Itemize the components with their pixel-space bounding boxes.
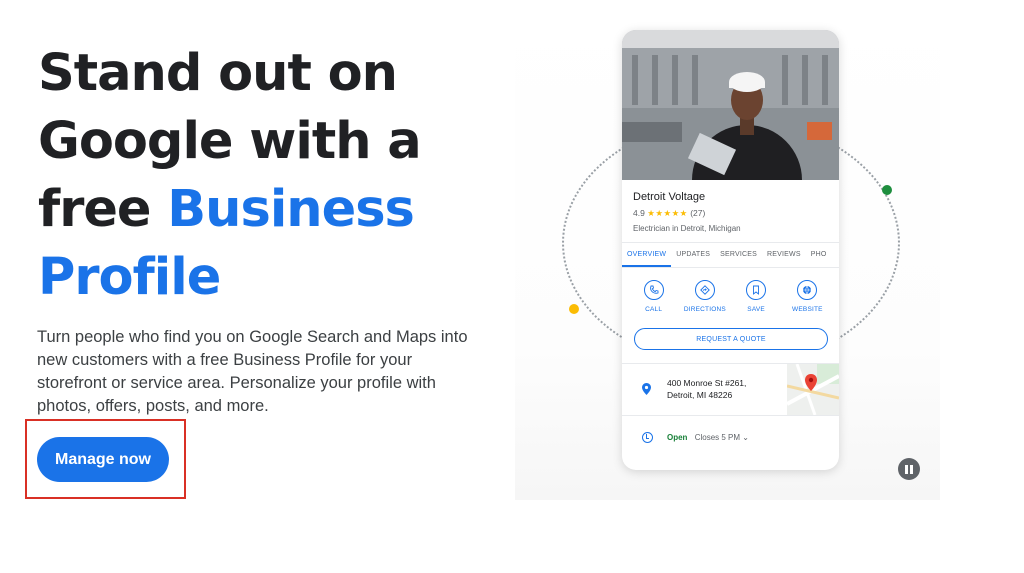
website-label: WEBSITE: [792, 306, 823, 313]
business-category: Electrician in Detroit, Michigan: [633, 224, 741, 233]
hero-description: Turn people who find you on Google Searc…: [37, 328, 468, 415]
divider: [622, 415, 839, 416]
clock-icon: [642, 432, 653, 443]
business-photo: [622, 30, 839, 180]
rating-line: 4.9 ★★★★★ (27): [633, 208, 705, 219]
pause-icon: [905, 464, 908, 474]
hero-title-accent-business: Business: [167, 180, 415, 239]
hero-title-line2: Google with a: [38, 112, 422, 171]
business-profile-phone-mockup: Detroit Voltage 4.9 ★★★★★ (27) Electrici…: [622, 30, 839, 470]
business-name: Detroit Voltage: [633, 191, 706, 203]
save-label: SAVE: [747, 306, 765, 313]
tab-services[interactable]: SERVICES: [715, 243, 762, 267]
tab-overview[interactable]: OVERVIEW: [622, 243, 672, 267]
profile-tabs: OVERVIEW UPDATES SERVICES REVIEWS PHO: [622, 242, 839, 268]
rating-value: 4.9: [633, 208, 645, 218]
request-quote-button[interactable]: REQUEST A QUOTE: [634, 328, 828, 350]
call-action[interactable]: CALL: [629, 280, 679, 313]
closing-time: Closes 5 PM: [694, 433, 741, 442]
phone-icon: [643, 280, 664, 300]
profile-actions: CALL DIRECTIONS SAVE WEBSITE: [622, 280, 839, 313]
directions-icon: [694, 280, 715, 300]
tab-reviews[interactable]: REVIEWS: [762, 243, 806, 267]
save-action[interactable]: SAVE: [731, 280, 781, 313]
bookmark-icon: [746, 280, 767, 300]
decorative-green-dot: [882, 185, 892, 195]
call-label: CALL: [645, 306, 663, 313]
hero-title: Stand out on Google with a free Business…: [38, 40, 508, 312]
address-line1: 400 Monroe St #261,: [667, 378, 747, 388]
hero-title-line3: free: [38, 180, 168, 239]
pause-animation-button[interactable]: [898, 458, 920, 480]
globe-icon: [797, 280, 818, 300]
website-action[interactable]: WEBSITE: [782, 280, 832, 313]
directions-label: DIRECTIONS: [683, 306, 726, 313]
location-pin-icon: [642, 383, 651, 398]
tab-photos[interactable]: PHO: [806, 243, 832, 267]
business-address[interactable]: 400 Monroe St #261, Detroit, MI 48226: [667, 377, 777, 401]
map-thumbnail[interactable]: [787, 364, 839, 415]
tab-updates[interactable]: UPDATES: [671, 243, 715, 267]
chevron-down-icon: ⌄: [742, 433, 749, 442]
review-count: (27): [690, 208, 706, 218]
star-rating-icon: ★★★★★: [647, 208, 688, 218]
address-line2: Detroit, MI 48226: [667, 390, 733, 400]
hero-title-accent-profile: Profile: [38, 248, 221, 307]
decorative-yellow-dot: [569, 304, 579, 314]
open-status: Open: [667, 433, 688, 442]
hero-title-line1: Stand out on: [38, 44, 398, 103]
manage-now-button[interactable]: Manage now: [37, 437, 169, 482]
directions-action[interactable]: DIRECTIONS: [680, 280, 730, 313]
business-hours[interactable]: Open Closes 5 PM ⌄: [667, 433, 749, 442]
